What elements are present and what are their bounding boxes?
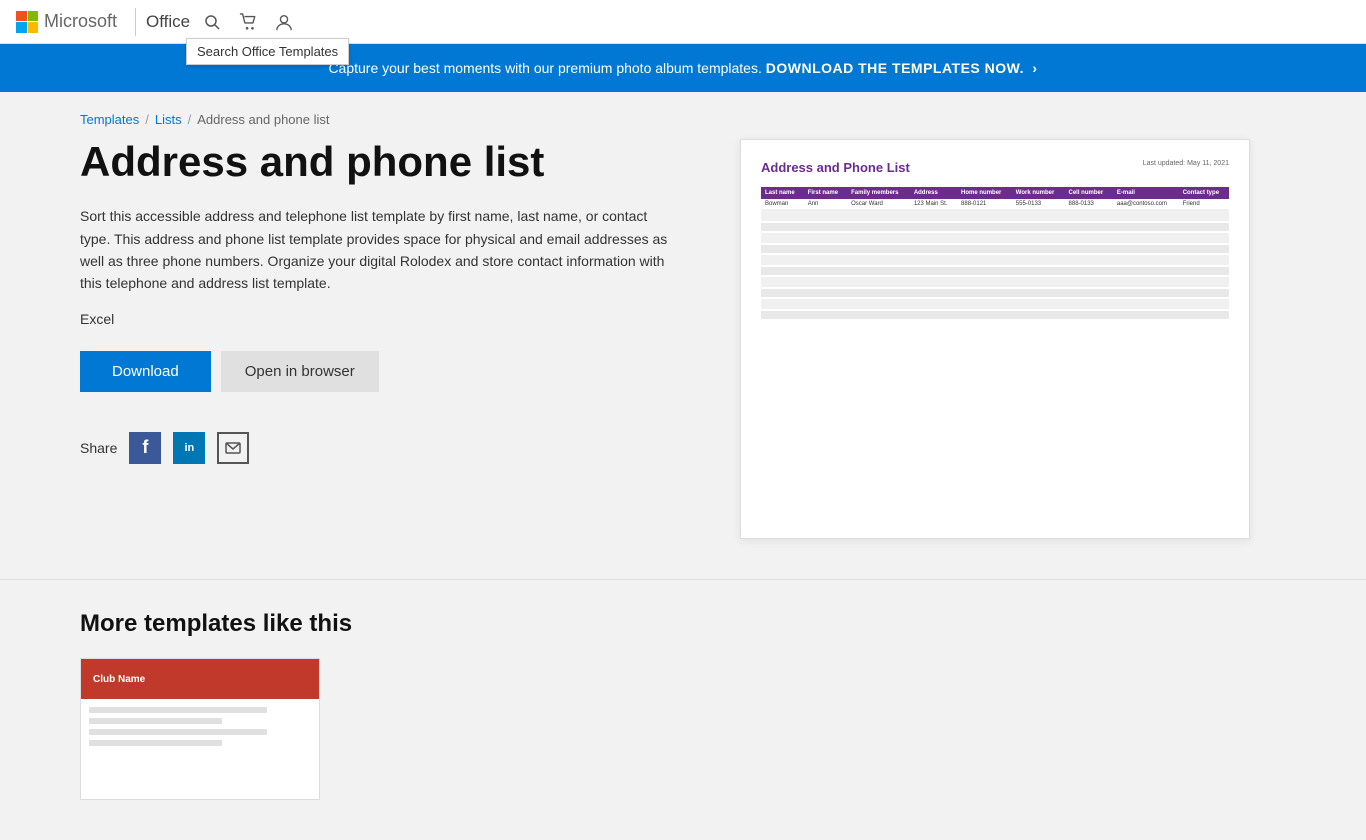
search-button[interactable] bbox=[196, 6, 228, 38]
preview-header-row: Address and Phone List Last updated: May… bbox=[761, 160, 1229, 175]
preview-table: Last name First name Family members Addr… bbox=[761, 187, 1229, 321]
template-title: Address and phone list bbox=[80, 139, 680, 185]
table-row-empty-1 bbox=[761, 210, 1229, 222]
table-row-empty-8 bbox=[761, 288, 1229, 298]
col-home-number: Home number bbox=[957, 187, 1012, 199]
cart-button[interactable] bbox=[232, 6, 264, 38]
preview-date: Last updated: May 11, 2021 bbox=[1143, 160, 1229, 167]
table-row-empty-6 bbox=[761, 266, 1229, 276]
card-club-name: Club Name bbox=[93, 674, 145, 685]
microsoft-logo[interactable]: Microsoft bbox=[16, 11, 117, 33]
cart-icon bbox=[239, 13, 257, 31]
account-icon bbox=[275, 13, 293, 31]
preview-last-updated-date: May 11, 2021 bbox=[1187, 160, 1229, 167]
header-icons bbox=[196, 6, 300, 38]
card-line-3 bbox=[89, 729, 267, 735]
table-row: Bowman Ann Oscar Ward 123 Main St. 888-0… bbox=[761, 199, 1229, 210]
table-row-empty-3 bbox=[761, 232, 1229, 244]
card-red-header: Club Name bbox=[81, 659, 319, 699]
card-content-lines bbox=[81, 699, 319, 759]
col-email: E-mail bbox=[1113, 187, 1179, 199]
card-line-4 bbox=[89, 740, 222, 746]
more-templates-section: More templates like this Club Name bbox=[0, 579, 1366, 840]
preview-last-updated-label: Last updated: bbox=[1143, 160, 1185, 167]
banner-text: Capture your best moments with our premi… bbox=[328, 60, 761, 76]
col-family-members: Family members bbox=[847, 187, 910, 199]
template-app-type: Excel bbox=[80, 311, 680, 327]
preview-table-header: Last name First name Family members Addr… bbox=[761, 187, 1229, 199]
more-templates-title: More templates like this bbox=[80, 610, 1286, 638]
cell-email: aaa@contoso.com bbox=[1113, 199, 1179, 210]
account-button[interactable] bbox=[268, 6, 300, 38]
download-button[interactable]: Download bbox=[80, 351, 211, 392]
share-label: Share bbox=[80, 440, 117, 456]
page-header: Microsoft Office Search Office Templates bbox=[0, 0, 1366, 44]
open-in-browser-button[interactable]: Open in browser bbox=[221, 351, 379, 392]
breadcrumb-lists-link[interactable]: Lists bbox=[155, 112, 182, 127]
col-address: Address bbox=[910, 187, 957, 199]
table-row-empty-2 bbox=[761, 222, 1229, 232]
facebook-icon: f bbox=[142, 437, 148, 458]
table-row-empty-9 bbox=[761, 298, 1229, 310]
table-row-empty-7 bbox=[761, 276, 1229, 288]
microsoft-text: Microsoft bbox=[44, 11, 117, 32]
search-icon bbox=[204, 14, 220, 30]
preview-doc-title: Address and Phone List bbox=[761, 160, 910, 175]
col-first-name: First name bbox=[804, 187, 847, 199]
mail-icon-svg bbox=[225, 442, 241, 454]
breadcrumb-templates-link[interactable]: Templates bbox=[80, 112, 139, 127]
banner-cta-text: DOWNLOAD THE TEMPLATES NOW. bbox=[766, 60, 1024, 76]
template-detail: Address and phone list Sort this accessi… bbox=[0, 139, 1366, 579]
share-row: Share f in bbox=[80, 432, 680, 464]
template-card-preview-1: Club Name bbox=[81, 659, 319, 799]
col-contact-type: Contact type bbox=[1179, 187, 1229, 199]
action-buttons: Download Open in browser bbox=[80, 351, 680, 392]
banner-chevron-icon: › bbox=[1032, 60, 1037, 76]
preview-content: Address and Phone List Last updated: May… bbox=[761, 160, 1229, 321]
cell-home: 888-0121 bbox=[957, 199, 1012, 210]
breadcrumb: Templates / Lists / Address and phone li… bbox=[0, 92, 1366, 139]
content-wrapper: Templates / Lists / Address and phone li… bbox=[0, 92, 1366, 840]
template-description: Sort this accessible address and telepho… bbox=[80, 205, 680, 295]
search-tooltip: Search Office Templates bbox=[186, 38, 349, 65]
facebook-share-button[interactable]: f bbox=[129, 432, 161, 464]
cell-first-name: Ann bbox=[804, 199, 847, 210]
table-row-empty-5 bbox=[761, 254, 1229, 266]
breadcrumb-sep-1: / bbox=[145, 112, 149, 127]
banner-cta[interactable]: DOWNLOAD THE TEMPLATES NOW. › bbox=[766, 60, 1038, 76]
template-info: Address and phone list Sort this accessi… bbox=[80, 139, 680, 464]
cell-contact-type: Friend bbox=[1179, 199, 1229, 210]
template-card-1[interactable]: Club Name bbox=[80, 658, 320, 800]
cell-work: 555-0133 bbox=[1012, 199, 1065, 210]
cell-family: Oscar Ward bbox=[847, 199, 910, 210]
office-text: Office bbox=[146, 12, 190, 32]
linkedin-share-button[interactable]: in bbox=[173, 432, 205, 464]
table-row-empty-10 bbox=[761, 310, 1229, 320]
template-preview: Address and Phone List Last updated: May… bbox=[740, 139, 1250, 539]
cell-cell: 888-0133 bbox=[1065, 199, 1113, 210]
templates-row: Club Name bbox=[80, 658, 1286, 800]
email-share-button[interactable] bbox=[217, 432, 249, 464]
breadcrumb-current: Address and phone list bbox=[197, 112, 329, 127]
cell-address: 123 Main St. bbox=[910, 199, 957, 210]
ms-logo-icon bbox=[16, 11, 38, 33]
preview-table-body: Bowman Ann Oscar Ward 123 Main St. 888-0… bbox=[761, 199, 1229, 320]
col-last-name: Last name bbox=[761, 187, 804, 199]
header-divider bbox=[135, 8, 136, 36]
cell-last-name: Bowman bbox=[761, 199, 804, 210]
table-row-empty-4 bbox=[761, 244, 1229, 254]
col-cell-number: Cell number bbox=[1065, 187, 1113, 199]
col-work-number: Work number bbox=[1012, 187, 1065, 199]
card-line-1 bbox=[89, 707, 267, 713]
breadcrumb-sep-2: / bbox=[188, 112, 192, 127]
card-line-2 bbox=[89, 718, 222, 724]
linkedin-icon: in bbox=[184, 442, 194, 454]
